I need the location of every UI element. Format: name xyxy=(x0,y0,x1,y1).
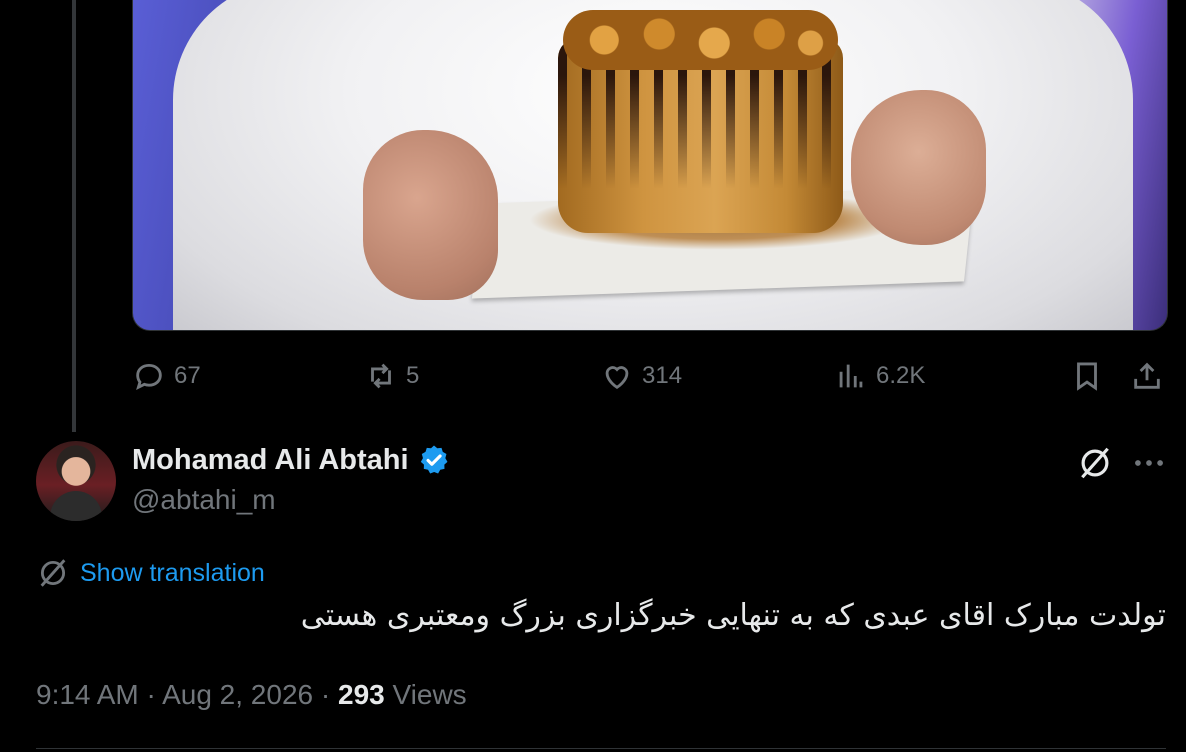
verified-badge-icon[interactable] xyxy=(417,443,451,477)
meta-separator: · xyxy=(146,679,156,710)
reply-count: 67 xyxy=(174,362,201,389)
meta-separator: · xyxy=(320,679,331,710)
repost-icon xyxy=(371,363,391,389)
tweet-date[interactable]: Aug 2, 2026 xyxy=(162,679,313,710)
author-handle[interactable]: @abtahi_m xyxy=(132,484,276,516)
views-label: Views xyxy=(392,679,467,710)
bookmark-icon xyxy=(1077,362,1097,391)
thread-connector-line xyxy=(72,0,76,432)
reply-button[interactable]: 67 xyxy=(132,359,201,393)
tweet-text: تولدت مبارک اقای عبدی که به تنهایی خبرگز… xyxy=(300,598,1166,633)
views-button[interactable]: 6.2K xyxy=(834,359,925,393)
views-count: 6.2K xyxy=(876,362,926,389)
bookmark-button[interactable] xyxy=(1070,359,1104,393)
tweet-meta: 9:14 AM · Aug 2, 2026 · 293 Views xyxy=(36,679,467,711)
translate-icon xyxy=(40,559,66,587)
like-icon xyxy=(605,366,629,390)
tweet-time[interactable]: 9:14 AM xyxy=(36,679,139,710)
more-icon[interactable] xyxy=(1130,444,1168,482)
photo-cake-topping xyxy=(563,10,838,70)
author-name[interactable]: Mohamad Ali Abtahi xyxy=(132,444,409,477)
like-button[interactable]: 314 xyxy=(600,359,682,393)
view-count: 293 xyxy=(338,679,385,710)
like-count: 314 xyxy=(642,362,683,389)
tweet-media-image[interactable] xyxy=(132,0,1168,331)
share-button[interactable] xyxy=(1130,359,1164,393)
show-translation-link[interactable]: Show translation xyxy=(80,559,265,588)
author-avatar[interactable] xyxy=(36,441,116,521)
grok-icon[interactable] xyxy=(1076,444,1114,482)
photo-left-hand xyxy=(363,130,498,300)
views-icon xyxy=(839,364,863,388)
reply-icon xyxy=(136,363,162,391)
repost-button[interactable]: 5 xyxy=(364,359,419,393)
author-name-row[interactable]: Mohamad Ali Abtahi xyxy=(132,443,451,477)
photo-right-hand xyxy=(851,90,986,245)
divider xyxy=(36,748,1166,749)
repost-count: 5 xyxy=(406,362,420,389)
share-icon xyxy=(1134,362,1160,389)
translate-row[interactable]: Show translation xyxy=(36,556,265,590)
